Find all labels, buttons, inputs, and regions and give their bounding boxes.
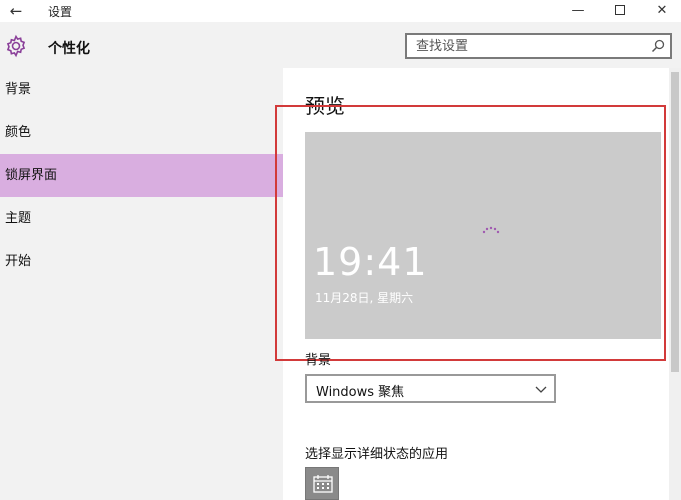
background-dropdown[interactable]: Windows 聚焦 [305, 374, 556, 403]
search-input[interactable] [407, 35, 647, 57]
scrollbar-thumb[interactable] [671, 72, 679, 372]
title-bar: ← 设置 — ✕ [0, 0, 681, 22]
lock-screen-time: 19:41 [313, 240, 428, 284]
maximize-icon [615, 4, 625, 15]
search-icon[interactable] [651, 39, 665, 53]
calendar-icon [313, 475, 333, 493]
maximize-button[interactable] [600, 0, 640, 22]
close-button[interactable]: ✕ [642, 0, 681, 22]
page-title: 个性化 [48, 41, 90, 57]
search-box[interactable] [405, 33, 672, 59]
back-button[interactable]: ← [6, 2, 26, 20]
sidebar-item-themes[interactable]: 主题 [0, 197, 283, 240]
window-title: 设置 [48, 5, 73, 19]
sidebar: 背景 颜色 锁屏界面 主题 开始 [0, 68, 283, 500]
settings-header: 个性化 [0, 22, 681, 68]
detail-app-button[interactable] [305, 467, 339, 500]
sidebar-item-background[interactable]: 背景 [0, 68, 283, 111]
sidebar-item-lock-screen[interactable]: 锁屏界面 [0, 154, 283, 197]
background-label: 背景 [305, 353, 332, 368]
minimize-button[interactable]: — [558, 0, 598, 22]
sidebar-item-start[interactable]: 开始 [0, 240, 283, 283]
chevron-down-icon [535, 386, 547, 393]
loading-spinner-icon [482, 226, 500, 234]
sidebar-item-colors[interactable]: 颜色 [0, 111, 283, 154]
highlight-frame [275, 105, 666, 361]
gear-icon [6, 34, 26, 58]
detail-status-label: 选择显示详细状态的应用 [305, 447, 449, 462]
lock-screen-date: 11月28日, 星期六 [315, 291, 414, 305]
background-dropdown-value: Windows 聚焦 [316, 385, 405, 400]
